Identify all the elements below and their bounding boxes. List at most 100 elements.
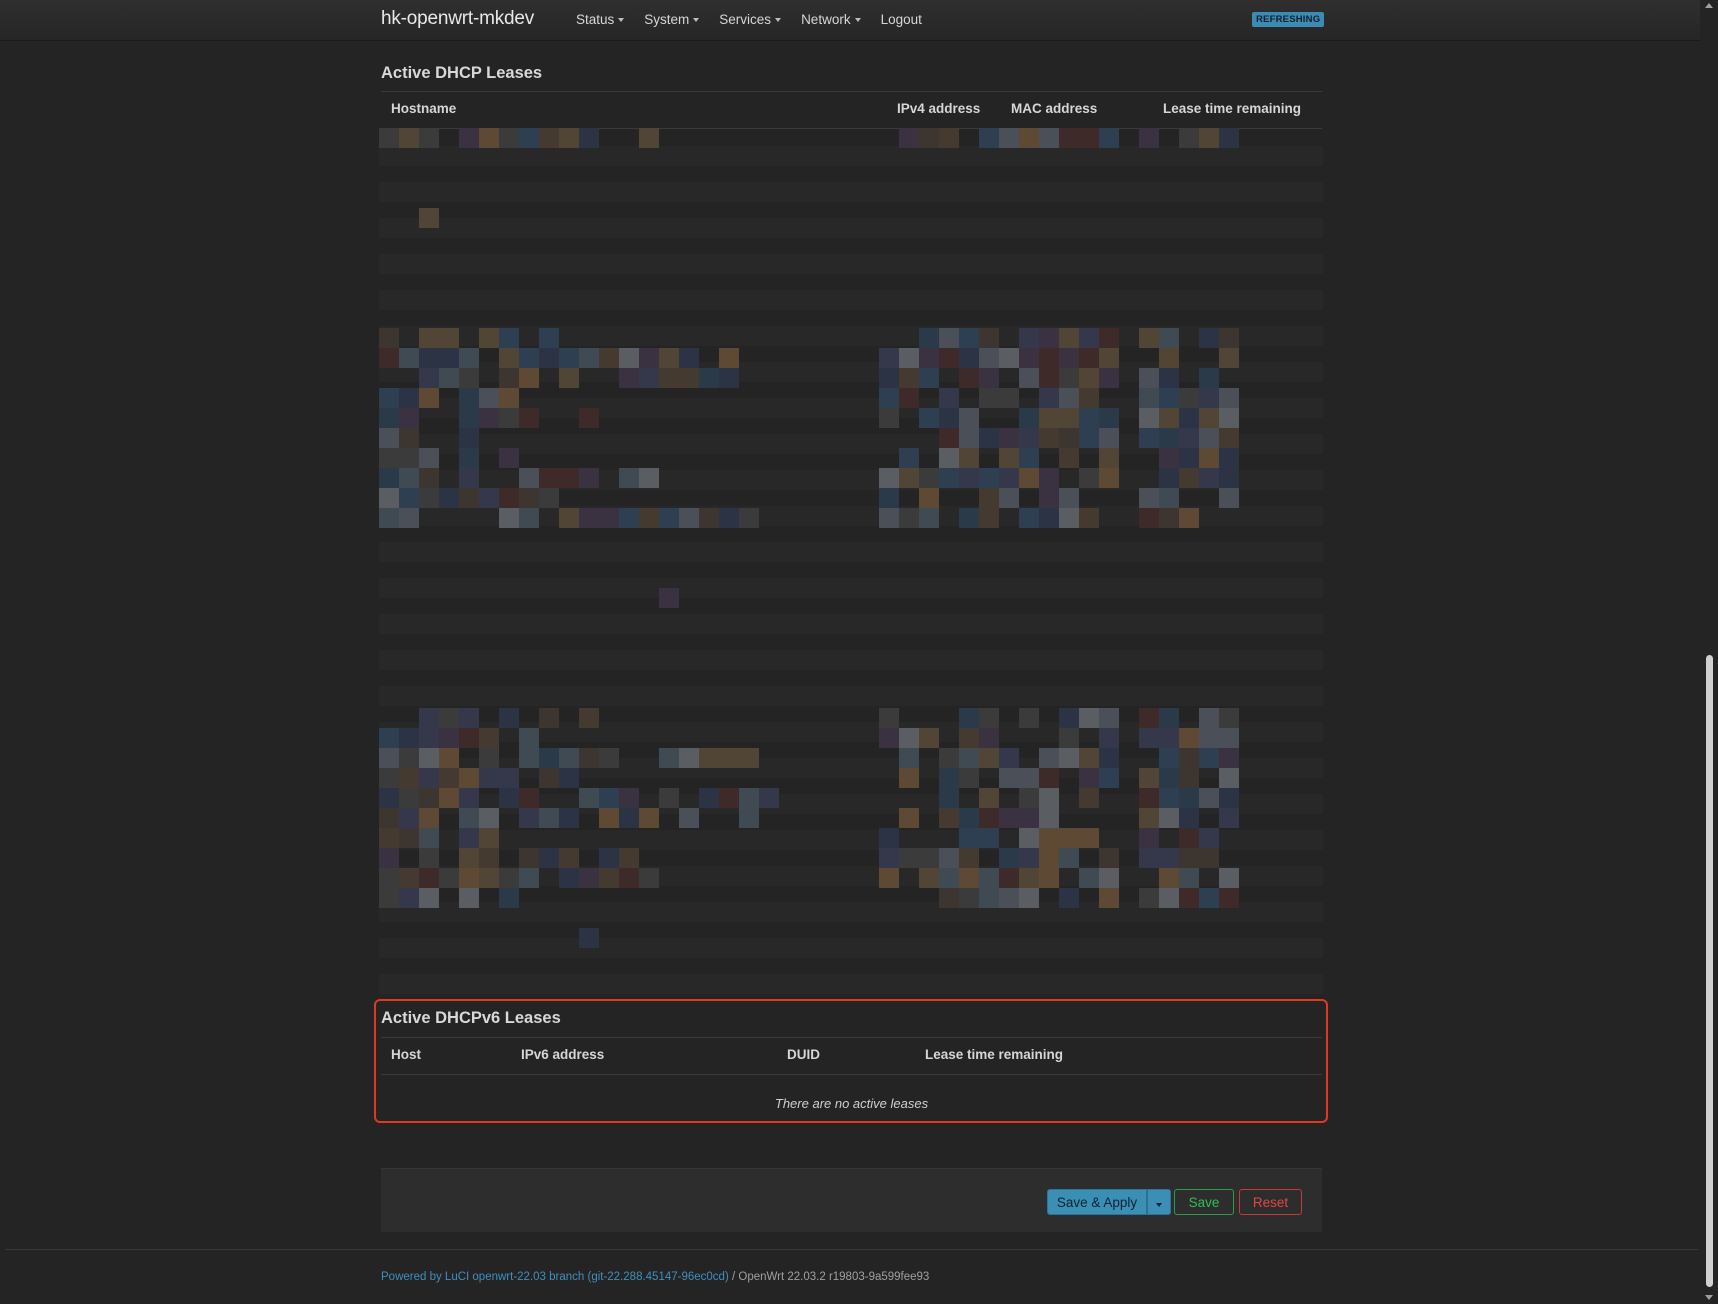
redacted-cell — [419, 748, 439, 768]
nav-status[interactable]: Status — [576, 12, 625, 27]
nav-system-label: System — [644, 12, 690, 27]
redacted-cell — [1059, 708, 1079, 728]
redacted-cell — [639, 128, 659, 148]
page-scrollbar[interactable] — [1700, 0, 1718, 1304]
column-ipv6-address[interactable]: IPv6 address — [521, 1047, 604, 1062]
save-apply-dropdown-button[interactable] — [1147, 1189, 1171, 1215]
redacted-cell — [1019, 708, 1039, 728]
redacted-cell — [1199, 328, 1219, 348]
redacted-cell — [639, 468, 659, 488]
redacted-cell — [879, 488, 899, 508]
redacted-cell — [439, 768, 459, 788]
redacted-cell — [399, 788, 419, 808]
redacted-cell — [419, 488, 439, 508]
footer: Powered by LuCI openwrt-22.03 branch (gi… — [381, 1271, 929, 1283]
redacted-cell — [599, 868, 619, 888]
redacted-cell — [539, 468, 559, 488]
nav-system[interactable]: System — [644, 12, 700, 27]
save-apply-button[interactable]: Save & Apply — [1047, 1189, 1147, 1215]
save-button[interactable]: Save — [1174, 1189, 1234, 1215]
redacted-cell — [379, 748, 399, 768]
redacted-cell — [419, 768, 439, 788]
brand-title[interactable]: hk-openwrt-mkdev — [381, 8, 534, 30]
redacted-cell — [539, 128, 559, 148]
redacted-cell — [1139, 328, 1159, 348]
column-ipv4-address[interactable]: IPv4 address — [897, 101, 980, 116]
redacted-cell — [1219, 768, 1239, 788]
redacted-cell — [659, 348, 679, 368]
redacted-cell — [479, 868, 499, 888]
redacted-cell — [959, 708, 979, 728]
redacted-cell — [619, 368, 639, 388]
redacted-cell — [459, 828, 479, 848]
redacted-cell — [1059, 888, 1079, 908]
redacted-cell — [1039, 428, 1059, 448]
column-hostname[interactable]: Hostname — [391, 101, 456, 116]
nav-logout[interactable]: Logout — [881, 12, 922, 27]
redacted-cell — [1099, 768, 1119, 788]
redacted-cell — [1019, 468, 1039, 488]
redacted-cell — [939, 448, 959, 468]
redacted-cell — [399, 808, 419, 828]
redacted-cell — [379, 848, 399, 868]
redacted-cell — [979, 328, 999, 348]
redacted-cell — [479, 728, 499, 748]
scroll-down-icon[interactable] — [1705, 1295, 1713, 1300]
redacted-cell — [619, 468, 639, 488]
redacted-cell — [1059, 428, 1079, 448]
scrollbar-thumb[interactable] — [1706, 655, 1713, 1287]
nav-services[interactable]: Services — [719, 12, 782, 27]
table-row — [379, 650, 1323, 670]
redacted-cell — [699, 508, 719, 528]
redacted-cell — [979, 728, 999, 748]
redacted-cell — [579, 928, 599, 948]
column-lease-time[interactable]: Lease time remaining — [1163, 101, 1301, 116]
redacted-cell — [479, 328, 499, 348]
chevron-down-icon — [693, 18, 700, 22]
redacted-cell — [599, 508, 619, 528]
redacted-cell — [679, 748, 699, 768]
redacted-cell — [459, 408, 479, 428]
redacted-cell — [499, 488, 519, 508]
redacted-cell — [659, 368, 679, 388]
redacted-cell — [999, 848, 1019, 868]
refreshing-badge[interactable]: REFRESHING — [1252, 12, 1325, 27]
redacted-cell — [379, 388, 399, 408]
redacted-cell — [1099, 328, 1119, 348]
redacted-cell — [1159, 328, 1179, 348]
column-lease-time-v6[interactable]: Lease time remaining — [925, 1047, 1063, 1062]
redacted-cell — [1159, 488, 1179, 508]
redacted-cell — [979, 888, 999, 908]
redacted-cell — [899, 388, 919, 408]
redacted-cell — [379, 488, 399, 508]
redacted-cell — [979, 468, 999, 488]
redacted-cell — [1199, 408, 1219, 428]
column-mac-address[interactable]: MAC address — [1011, 101, 1097, 116]
column-duid[interactable]: DUID — [787, 1047, 820, 1062]
redacted-cell — [1099, 368, 1119, 388]
redacted-cell — [619, 868, 639, 888]
scroll-up-icon[interactable] — [1705, 3, 1713, 8]
redacted-cell — [979, 828, 999, 848]
redacted-cell — [1199, 368, 1219, 388]
redacted-cell — [879, 408, 899, 428]
redacted-cell — [979, 388, 999, 408]
reset-button[interactable]: Reset — [1239, 1189, 1302, 1215]
redacted-cell — [899, 348, 919, 368]
redacted-cell — [1079, 768, 1099, 788]
redacted-cell — [939, 328, 959, 348]
redacted-cell — [1199, 728, 1219, 748]
nav-network[interactable]: Network — [801, 12, 861, 27]
redacted-cell — [1139, 768, 1159, 788]
table-row — [379, 254, 1323, 274]
redacted-cell — [1019, 368, 1039, 388]
redacted-cell — [1159, 848, 1179, 868]
redacted-cell — [519, 808, 539, 828]
redacted-cell — [479, 128, 499, 148]
luci-version-link[interactable]: Powered by LuCI openwrt-22.03 branch (gi… — [381, 1271, 729, 1283]
redacted-cell — [1079, 328, 1099, 348]
column-host[interactable]: Host — [391, 1047, 421, 1062]
redacted-cell — [999, 808, 1019, 828]
redacted-cell — [519, 488, 539, 508]
redacted-cell — [1099, 868, 1119, 888]
